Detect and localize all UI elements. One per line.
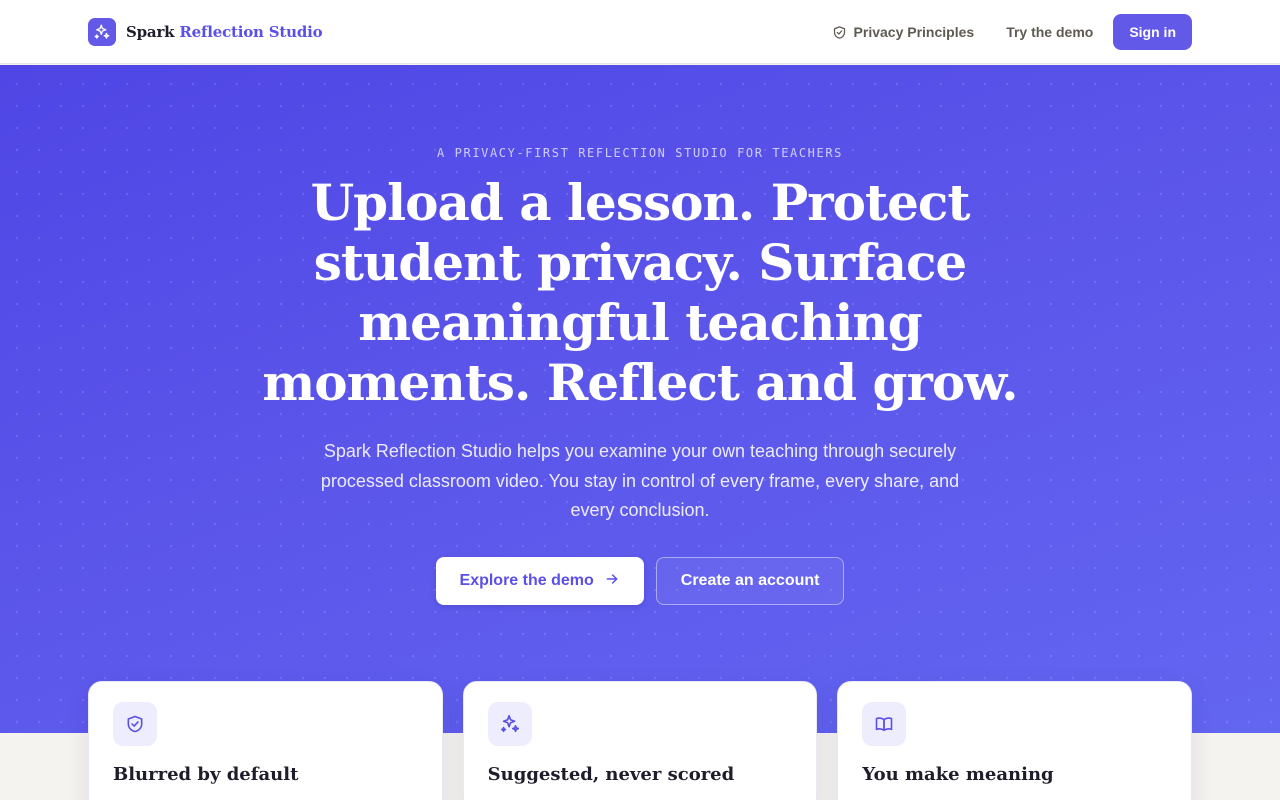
hero-title: Upload a lesson. Protect student privacy… [262, 173, 1018, 412]
nav-privacy-label: Privacy Principles [853, 24, 975, 40]
feature-card-title: Suggested, never scored [487, 764, 735, 785]
nav-try-demo[interactable]: Try the demo [990, 14, 1109, 50]
top-navigation-bar: Spark Reflection Studio Privacy Principl… [0, 0, 1280, 64]
create-account-button[interactable]: Create an account [655, 557, 845, 605]
feature-cards: Blurred by default Suggested, never scor… [88, 681, 1193, 800]
main-nav: Privacy Principles Try the demo Sign in [816, 14, 1192, 50]
book-open-icon [862, 702, 907, 746]
feature-card-blurred: Blurred by default [88, 681, 443, 800]
arrow-right-icon [604, 571, 620, 592]
nav-privacy-principles[interactable]: Privacy Principles [816, 14, 991, 50]
brand-name-primary: Spark [126, 23, 175, 41]
brand-name-accent: Reflection Studio [179, 23, 323, 41]
shield-check-icon [832, 25, 847, 40]
hero-eyebrow: A PRIVACY-FIRST REFLECTION STUDIO FOR TE… [437, 146, 843, 160]
explore-demo-button[interactable]: Explore the demo [435, 557, 644, 605]
hero-subtitle: Spark Reflection Studio helps you examin… [320, 441, 960, 520]
sparkles-icon [487, 702, 532, 746]
feature-card-meaning: You make meaning [837, 681, 1193, 800]
explore-demo-label: Explore the demo [459, 572, 594, 589]
sign-in-button[interactable]: Sign in [1113, 14, 1192, 50]
feature-card-title: Blurred by default [113, 764, 299, 785]
hero-section: A PRIVACY-FIRST REFLECTION STUDIO FOR TE… [0, 65, 1280, 733]
feature-card-suggested: Suggested, never scored [462, 681, 818, 800]
sparkles-icon [88, 18, 116, 46]
brand-logo[interactable]: Spark Reflection Studio [88, 18, 323, 46]
hero-cta-group: Explore the demo Create an account [0, 557, 1280, 605]
brand-name: Spark Reflection Studio [126, 23, 323, 41]
feature-card-title: You make meaning [862, 764, 1054, 785]
shield-check-icon [113, 702, 157, 746]
